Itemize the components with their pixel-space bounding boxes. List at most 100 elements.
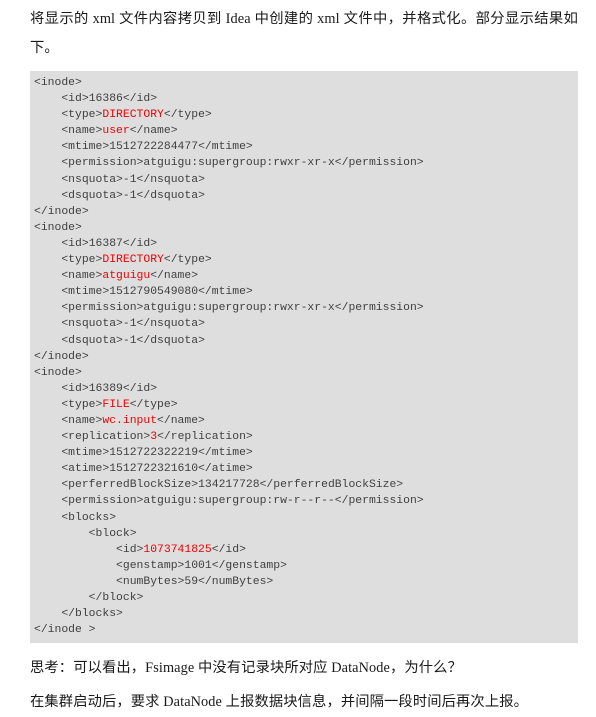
code-value: 1073741825: [143, 543, 212, 556]
code-value: 16389: [88, 382, 123, 395]
trailing-notes: 思考：可以看出，Fsimage 中没有记录块所对应 DataNode，为什么？ …: [0, 643, 596, 717]
code-tag-close: </mtime>: [198, 141, 253, 154]
code-line: <type>FILE</type>: [30, 397, 578, 413]
code-value: atguigu:supergroup:rw-r--r--: [143, 495, 335, 508]
code-value: 1512790549080: [109, 286, 199, 299]
code-line: </blocks>: [30, 606, 578, 622]
code-value: 59: [184, 575, 199, 588]
code-value: 16386: [88, 93, 123, 106]
code-tag-close: </type>: [129, 398, 178, 411]
code-line-list: <inode> <id>16386</id> <type>DIRECTORY</…: [30, 75, 578, 638]
code-value: -1: [122, 318, 137, 331]
code-line: <id>16386</id>: [30, 91, 578, 107]
code-value: -1: [122, 173, 137, 186]
code-tag-open: <perferredBlockSize>: [34, 479, 199, 492]
code-value: DIRECTORY: [102, 109, 164, 122]
code-line: <block>: [30, 526, 578, 542]
code-tag-close: </numBytes>: [198, 575, 274, 588]
code-value: wc.input: [102, 414, 158, 427]
code-line: </inode >: [30, 622, 578, 638]
code-tag-close: </name>: [129, 125, 178, 138]
code-line: <dsquota>-1</dsquota>: [30, 188, 578, 204]
code-tag-open: <id>: [34, 237, 89, 250]
code-tag-open: <numBytes>: [34, 575, 185, 588]
code-tag-close: </nsquota>: [136, 318, 205, 331]
code-line: <id>16389</id>: [30, 381, 578, 397]
code-value: 1512722284477: [109, 141, 199, 154]
code-line: <numBytes>59</numBytes>: [30, 574, 578, 590]
code-line: </inode>: [30, 349, 578, 365]
code-line: <mtime>1512722322219</mtime>: [30, 445, 578, 461]
code-value: 16387: [88, 237, 123, 250]
code-tag-close: </type>: [163, 254, 212, 267]
code-line: <inode>: [30, 365, 578, 381]
code-tag-close: </permission>: [334, 495, 424, 508]
code-line: <permission>atguigu:supergroup:rw-r--r--…: [30, 493, 578, 509]
code-line: <atime>1512722321610</atime>: [30, 461, 578, 477]
code-value: atguigu: [102, 270, 151, 283]
code-tag-open: <mtime>: [34, 447, 110, 460]
xml-code-block: <inode> <id>16386</id> <type>DIRECTORY</…: [30, 71, 578, 644]
code-line: <permission>atguigu:supergroup:rwxr-xr-x…: [30, 300, 578, 316]
code-tag-open: <dsquota>: [34, 189, 123, 202]
code-tag-open: </inode>: [34, 350, 89, 363]
code-line: </block>: [30, 590, 578, 606]
code-tag-close: </genstamp>: [211, 559, 287, 572]
code-tag-open: </block>: [34, 592, 144, 604]
code-tag-open: <permission>: [34, 302, 144, 315]
code-tag-open: <id>: [34, 543, 144, 556]
code-line: <nsquota>-1</nsquota>: [30, 172, 578, 188]
code-line: <permission>atguigu:supergroup:rwxr-xr-x…: [30, 155, 578, 171]
code-value: 1512722321610: [109, 463, 199, 476]
code-tag-open: <permission>: [34, 495, 144, 508]
code-tag-open: <nsquota>: [34, 318, 123, 331]
code-value: -1: [122, 334, 137, 347]
code-tag-close: </type>: [163, 109, 212, 122]
code-line: <name>wc.input</name>: [30, 413, 578, 429]
code-value: 134217728: [198, 479, 260, 492]
code-line: <dsquota>-1</dsquota>: [30, 333, 578, 349]
code-tag-close: </dsquota>: [136, 189, 205, 202]
code-tag-open: <permission>: [34, 157, 144, 170]
code-line: <perferredBlockSize>134217728</perferred…: [30, 477, 578, 493]
code-tag-open: <type>: [34, 109, 103, 122]
code-tag-open: <name>: [34, 270, 103, 283]
code-tag-open: <inode>: [34, 366, 82, 379]
answer-paragraph: 在集群启动后，要求 DataNode 上报数据块信息，并间隔一段时间后再次上报。: [30, 694, 529, 711]
code-value: atguigu:supergroup:rwxr-xr-x: [143, 157, 335, 170]
code-line: <type>DIRECTORY</type>: [30, 252, 578, 268]
code-tag-close: </permission>: [334, 302, 424, 315]
code-tag-close: </perferredBlockSize>: [259, 479, 404, 492]
code-line: <id>16387</id>: [30, 236, 578, 252]
code-value: FILE: [102, 398, 130, 411]
code-tag-open: <replication>: [34, 431, 151, 444]
code-line: <inode>: [30, 220, 578, 236]
code-value: 1001: [184, 559, 212, 572]
code-tag-open: <nsquota>: [34, 173, 123, 186]
code-tag-close: </replication>: [157, 431, 253, 444]
code-tag-open: <genstamp>: [34, 559, 185, 572]
code-tag-open: <blocks>: [34, 511, 117, 524]
code-tag-open: </blocks>: [34, 608, 123, 621]
code-tag-open: <name>: [34, 125, 103, 138]
note-paragraph: 思考：可以看出，Fsimage 中没有记录块所对应 DataNode，为什么？: [30, 660, 462, 677]
code-tag-open: <block>: [34, 527, 137, 540]
code-line: <name>user</name>: [30, 123, 578, 139]
code-value: -1: [122, 189, 137, 202]
code-value: DIRECTORY: [102, 254, 164, 267]
code-tag-close: </id>: [122, 382, 158, 395]
code-tag-close: </mtime>: [198, 286, 253, 299]
code-tag-close: </id>: [122, 237, 158, 250]
code-line: <inode>: [30, 75, 578, 91]
code-tag-close: </name>: [157, 414, 205, 427]
code-line: <replication>3</replication>: [30, 429, 578, 445]
code-tag-open: <id>: [34, 93, 89, 106]
code-line: <type>DIRECTORY</type>: [30, 107, 578, 123]
code-line: <nsquota>-1</nsquota>: [30, 316, 578, 332]
code-tag-open: <inode>: [34, 221, 82, 234]
code-tag-close: </atime>: [198, 463, 253, 476]
code-tag-open: <type>: [34, 254, 103, 267]
code-line: <genstamp>1001</genstamp>: [30, 558, 578, 574]
document-page: 将显示的 xml 文件内容拷贝到 Idea 中创建的 xml 文件中，并格式化。…: [0, 0, 596, 710]
code-tag-open: </inode >: [34, 624, 96, 637]
